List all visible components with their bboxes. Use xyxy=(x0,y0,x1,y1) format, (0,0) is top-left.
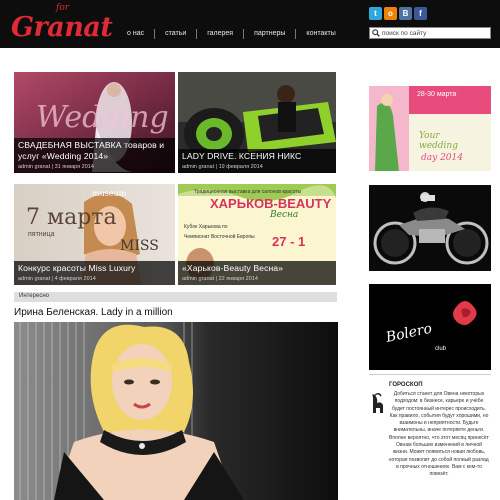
tile-caption: СВАДЕБНАЯ ВЫСТАВКА товаров и услуг «Wedd… xyxy=(14,138,175,173)
social-links: t о B f xyxy=(369,7,427,20)
nav-item-gallery[interactable]: галерея xyxy=(196,29,243,39)
tile-caption: «Харьков-Beauty Весна» admin granat | 22… xyxy=(178,261,336,285)
tile-meta: admin granat | 22 января 2014 xyxy=(182,276,258,282)
nav-item-partners[interactable]: партнеры xyxy=(243,29,295,39)
twitter-icon[interactable]: t xyxy=(369,7,382,20)
nav-item-about[interactable]: о нас xyxy=(127,29,154,39)
section-header: Интересно xyxy=(14,292,337,302)
bolero-ad-image: Bolero club xyxy=(369,284,491,370)
miss-overlay-date: 7 марта xyxy=(26,205,117,230)
ad-bolero-club[interactable]: Bolero club xyxy=(369,284,491,370)
tile-title[interactable]: LADY DRIVE. КСЕНИЯ НИКС xyxy=(182,151,332,162)
wedding-day-ad-line4: day 2014 xyxy=(421,153,463,163)
tile-title[interactable]: Конкурс красоты Miss Luxury xyxy=(18,263,171,274)
kharkov-overlay-season: Весна xyxy=(269,210,298,220)
kharkov-overlay-dates: 27 - 1 xyxy=(272,234,305,249)
kharkov-overlay-subtitle: Традиционная выставка для салонов красот… xyxy=(194,189,302,195)
bolero-sub-text: club xyxy=(435,346,447,352)
wedding-day-ad-dates: 28-30 марта xyxy=(417,91,456,98)
site-logo[interactable]: Granat xyxy=(11,14,113,41)
wedding-day-ad-image: 28-30 марта Your wedding day 2014 xyxy=(369,86,491,171)
tile-caption: Конкурс красоты Miss Luxury admin granat… xyxy=(14,261,175,285)
nav-item-contacts[interactable]: контакты xyxy=(295,29,345,39)
article-tile-kharkov-beauty[interactable]: Традиционная выставка для салонов красот… xyxy=(178,184,336,285)
tile-caption: LADY DRIVE. КСЕНИЯ НИКС admin granat | 1… xyxy=(178,149,336,173)
wedding-day-ad-line3: wedding xyxy=(419,141,458,151)
facebook-icon[interactable]: f xyxy=(414,7,427,20)
section-label: Интересно xyxy=(19,293,49,299)
nav-item-articles[interactable]: статьи xyxy=(154,29,196,39)
featured-article-title[interactable]: Ирина Беленская. Lady in a million xyxy=(14,307,173,318)
horoscope-text: Добиться станет для Овена некоторых подх… xyxy=(389,391,489,478)
tile-meta: admin granat | 31 января 2014 xyxy=(18,164,94,170)
motorcycle-ad-image xyxy=(369,185,491,271)
logo-superscript: for xyxy=(56,3,70,13)
capricorn-icon xyxy=(372,393,383,413)
kharkov-overlay-cup: Кубок Харькова по xyxy=(184,224,228,230)
article-tile-wedding[interactable]: Wedding СВАДЕБНАЯ ВЫСТАВКА товаров и усл… xyxy=(14,72,175,173)
tile-title[interactable]: СВАДЕБНАЯ ВЫСТАВКА товаров и услуг «Wedd… xyxy=(18,140,171,162)
tile-title[interactable]: «Харьков-Beauty Весна» xyxy=(182,263,332,274)
search-box xyxy=(369,27,491,39)
ad-wedding-day[interactable]: 28-30 марта Your wedding day 2014 xyxy=(369,86,491,171)
horoscope-title: ГОРОСКОП xyxy=(389,382,423,388)
search-icon[interactable] xyxy=(370,28,382,38)
site-header: Granat for о нас статьи галерея партнеры… xyxy=(0,0,500,48)
horoscope-widget: ГОРОСКОП Добиться станет для Овена некот… xyxy=(369,374,491,500)
tile-meta: admin granat | 19 февраля 2014 xyxy=(182,164,263,170)
kharkov-overlay-championship: Чемпионат Восточной Европы xyxy=(184,233,255,240)
main-nav: о нас статьи галерея партнеры контакты xyxy=(127,29,346,39)
page: Granat for о нас статьи галерея партнеры… xyxy=(0,0,500,500)
ad-motorcycle[interactable] xyxy=(369,185,491,271)
search-input[interactable] xyxy=(382,28,488,38)
wedding-overlay-text: Wedding xyxy=(36,100,169,135)
wedding-day-ad-line2: Your xyxy=(419,131,440,141)
miss-overlay-day: пятница xyxy=(28,231,55,238)
miss-overlay-brand: MISS xyxy=(120,238,159,254)
featured-article-photo[interactable] xyxy=(14,322,338,500)
miss-overlay-museum: museum xyxy=(92,189,127,198)
kharkov-overlay-title: ХАРЬКОВ-BEAUTY xyxy=(210,196,332,211)
odnoklassniki-icon[interactable]: о xyxy=(384,7,397,20)
vkontakte-icon[interactable]: B xyxy=(399,7,412,20)
article-tile-lady-drive[interactable]: LADY DRIVE. КСЕНИЯ НИКС admin granat | 1… xyxy=(178,72,336,173)
tile-meta: admin granat | 4 февраля 2014 xyxy=(18,276,96,282)
article-tile-miss-luxury[interactable]: 7 марта пятница MISS museum Конкурс крас… xyxy=(14,184,175,285)
featured-photo-image xyxy=(14,322,338,500)
